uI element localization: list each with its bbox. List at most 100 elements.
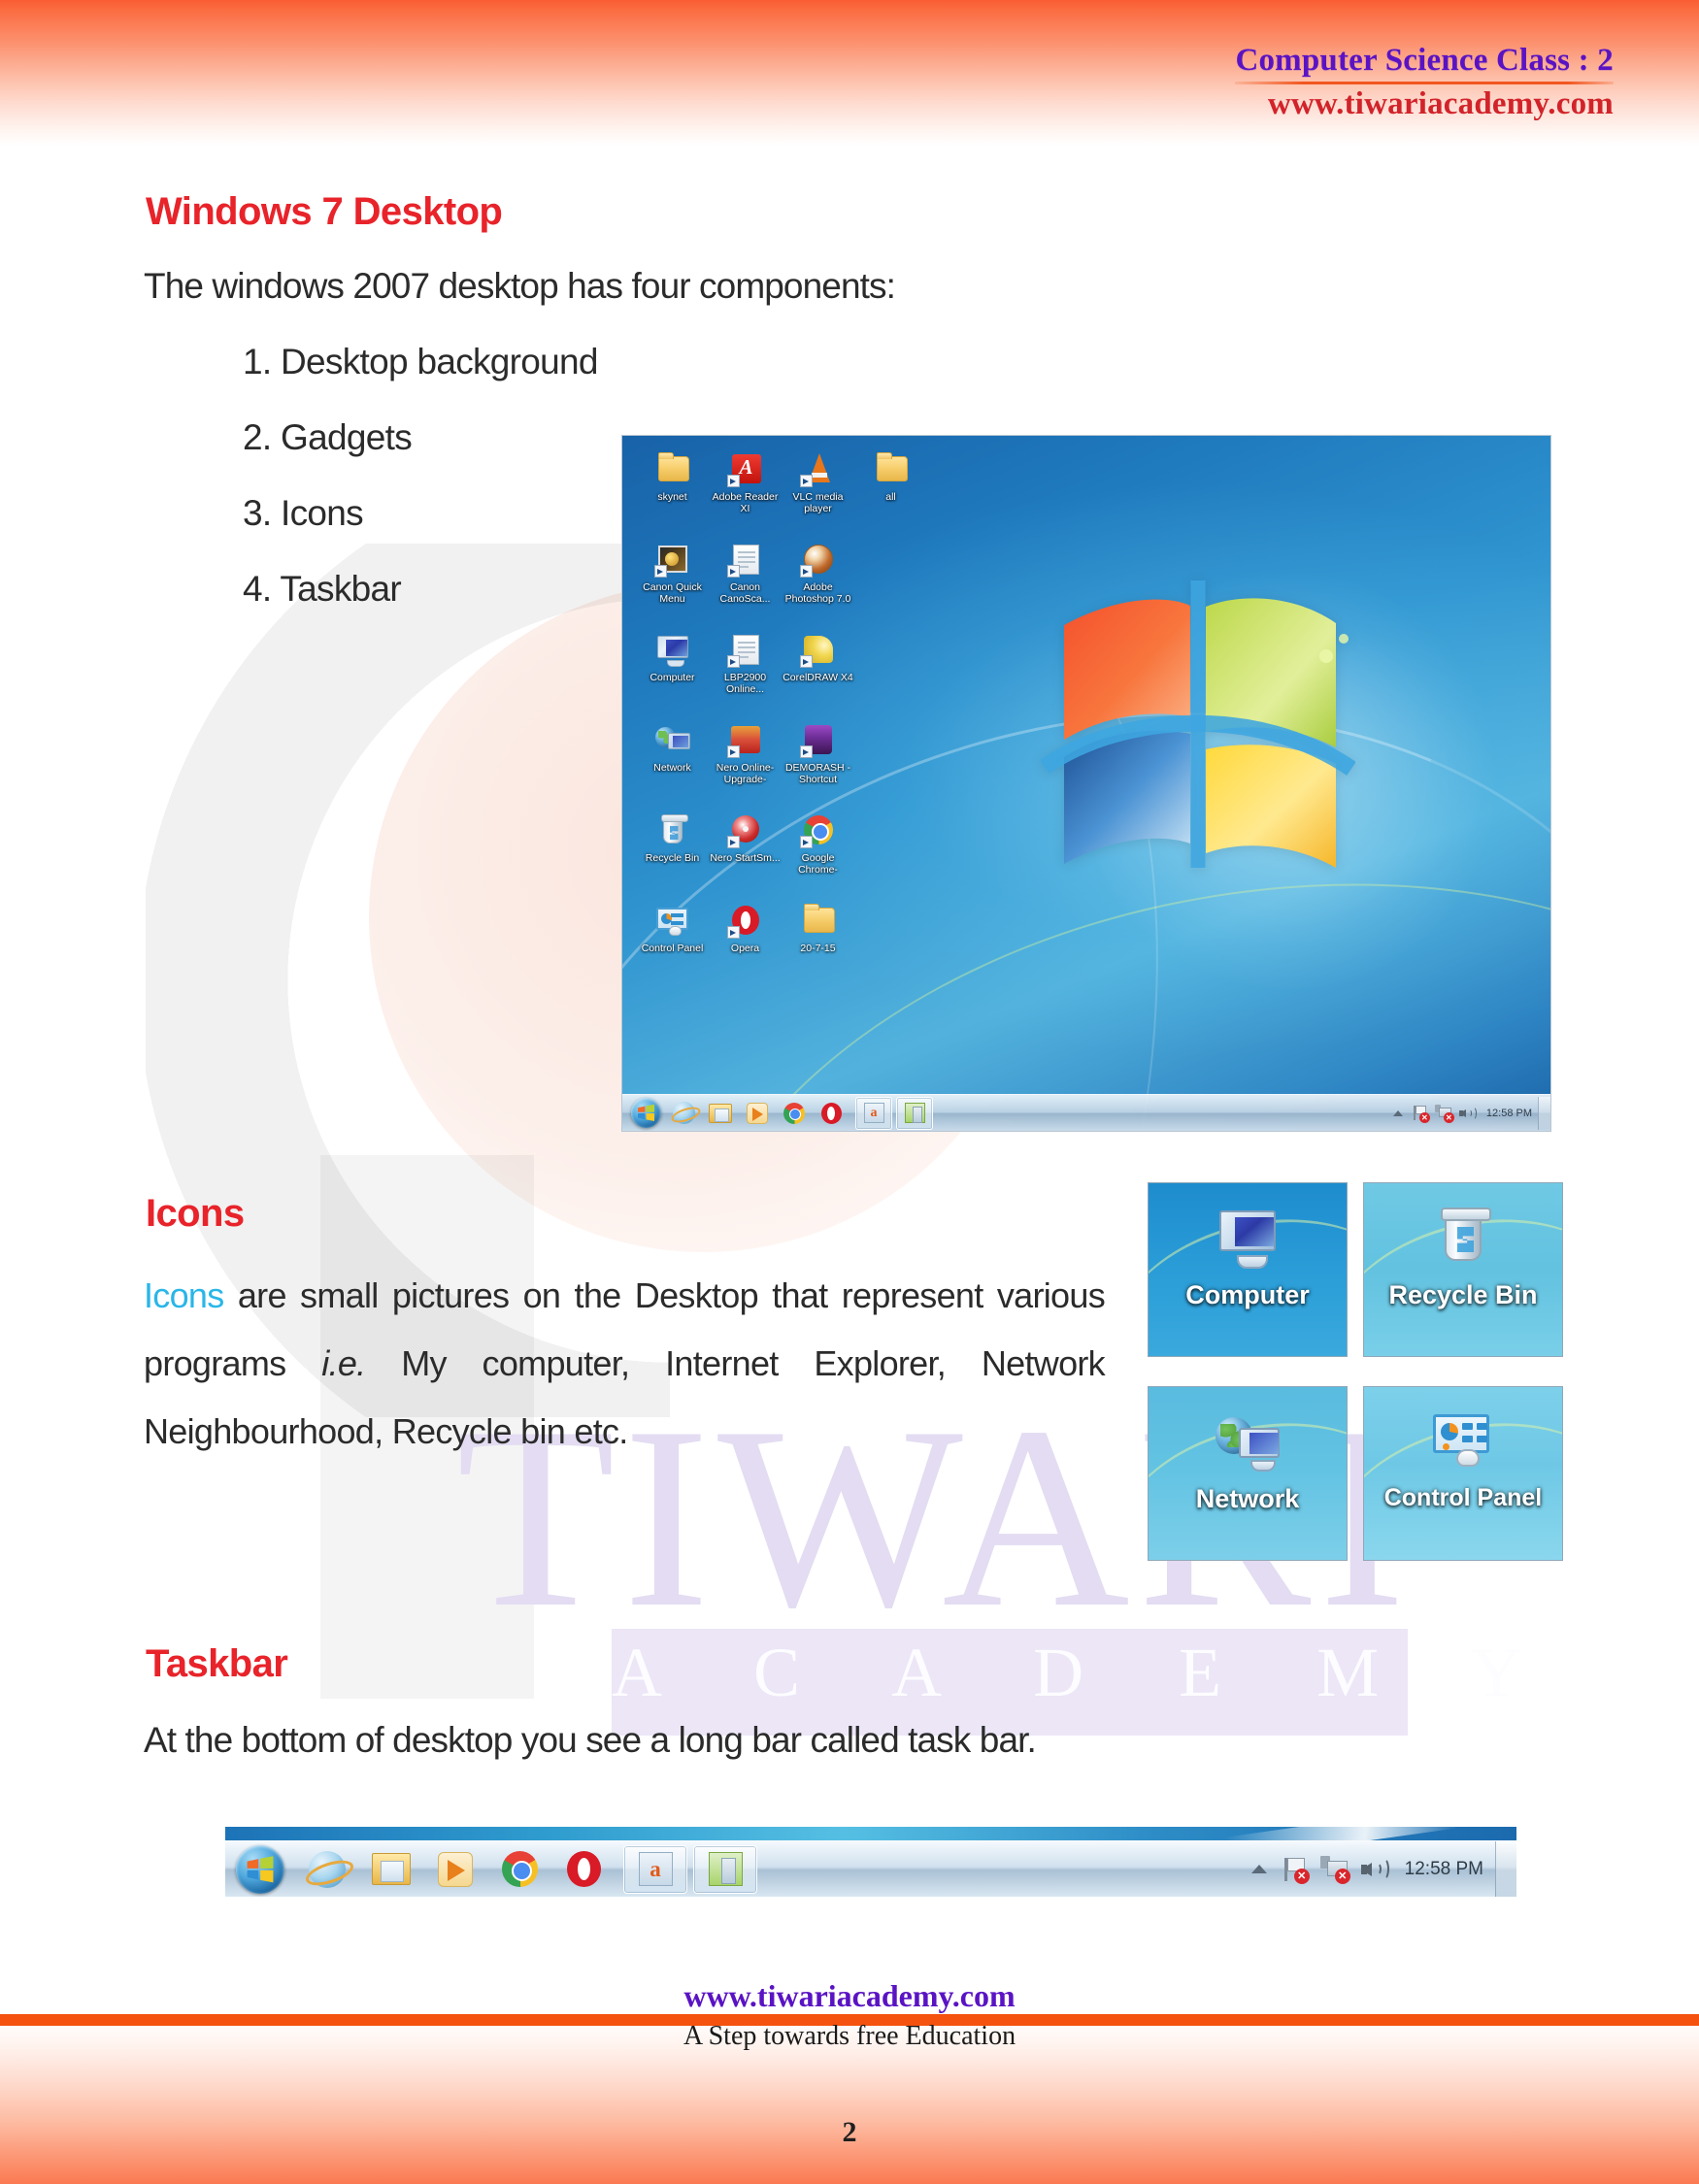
desktop-icon-google-chrome[interactable]: Google Chrome- (782, 807, 854, 876)
control-panel-icon (1427, 1412, 1499, 1474)
taskbar-google-chrome[interactable] (776, 1097, 813, 1130)
desktop-icon-label: 20-7-15 (800, 943, 836, 954)
desktop-icon-photoshop[interactable]: Adobe Photoshop 7.0 (782, 536, 854, 605)
taskbar-opera[interactable] (813, 1097, 850, 1130)
taskbar-open-excel-window[interactable] (896, 1096, 933, 1130)
desktop-icon-adobe-reader[interactable]: Adobe Reader XI (709, 446, 782, 514)
action-center-flag-icon[interactable]: ✕ (1282, 1856, 1310, 1884)
taskbar-internet-explorer[interactable] (665, 1097, 702, 1130)
desktop-icon-canon-canoscan[interactable]: Canon CanoSca... (709, 536, 782, 605)
desktop-icon-label: Adobe Photoshop 7.0 (784, 581, 851, 605)
desktop-icon-demorash[interactable]: DEMORASH -Shortcut (782, 716, 854, 785)
desktop-icon-recycle-bin[interactable]: Recycle Bin (636, 807, 709, 876)
icon-tile-recycle-bin[interactable]: Recycle Bin (1363, 1182, 1563, 1357)
taskbar-open-word-window[interactable] (855, 1096, 892, 1130)
desktop-icon-all[interactable]: all (854, 446, 927, 514)
icon-tile-computer[interactable]: Computer (1148, 1182, 1348, 1357)
icon-tile-network[interactable]: Network (1148, 1386, 1348, 1561)
taskbar-google-chrome[interactable] (487, 1842, 551, 1897)
heading-windows-7-desktop: Windows 7 Desktop (146, 190, 503, 233)
taskbar-opera[interactable] (551, 1842, 616, 1897)
coreldraw-icon (799, 632, 838, 669)
page-header: Computer Science Class : 2 www.tiwariaca… (1235, 43, 1614, 122)
icons-keyword: Icons (144, 1275, 224, 1315)
taskbar-windows-explorer[interactable] (359, 1842, 423, 1897)
desktop-icon-opera[interactable]: Opera (709, 897, 782, 954)
desktop-icon-row: Computer LBP2900 Online... CorelDRAW X4 (636, 626, 927, 695)
taskbar-clock[interactable]: 12:58 PM (1403, 1859, 1483, 1880)
show-desktop-button[interactable] (1538, 1096, 1550, 1130)
desktop-icon-coreldraw[interactable]: CorelDRAW X4 (782, 626, 854, 695)
desktop-icon-label: Computer (650, 672, 695, 683)
desktop-icon-empty (854, 716, 927, 785)
component-item-3: 3. Icons (243, 493, 364, 533)
desktop-icon-label: Adobe Reader XI (712, 491, 779, 514)
icons-paragraph-italic: i.e. (321, 1343, 366, 1383)
folder-icon (799, 903, 838, 940)
network-icon[interactable]: ✕ (1434, 1105, 1454, 1123)
desktop-icon-label: Nero StartSm... (710, 852, 781, 864)
desktop-icon-control-panel[interactable]: Control Panel (636, 897, 709, 954)
control-panel-icon (653, 903, 692, 940)
desktop-icon-lbp2900[interactable]: LBP2900 Online... (709, 626, 782, 695)
desktop-icon-canon-quick-menu[interactable]: Canon Quick Menu (636, 536, 709, 605)
desktop-icon-label: all (885, 491, 896, 503)
volume-icon[interactable] (1360, 1857, 1390, 1882)
icons-paragraph: Icons are small pictures on the Desktop … (144, 1262, 1106, 1466)
document-icon (726, 632, 765, 669)
folder-icon (872, 451, 911, 488)
desktop-icon-computer[interactable]: Computer (636, 626, 709, 695)
show-desktop-button[interactable] (1495, 1840, 1516, 1897)
chrome-icon (799, 812, 838, 849)
taskbar-windows-explorer[interactable] (702, 1097, 739, 1130)
action-center-flag-icon[interactable]: ✕ (1412, 1105, 1430, 1123)
component-item-2: 2. Gadgets (243, 417, 413, 457)
taskbar-clock[interactable]: 12:58 PM (1484, 1108, 1532, 1119)
desktop-icon-nero-online-upgrade[interactable]: Nero Online-Upgrade- (709, 716, 782, 785)
icon-tile-control-panel[interactable]: Control Panel (1363, 1386, 1563, 1561)
header-divider (1235, 82, 1614, 84)
show-hidden-icons-arrow[interactable] (1250, 1865, 1267, 1873)
desktop-icon-network[interactable]: Network (636, 716, 709, 785)
recycle-bin-icon (653, 812, 692, 849)
show-hidden-icons-arrow[interactable] (1392, 1109, 1403, 1116)
component-item-1: 1. Desktop background (243, 342, 599, 381)
recycle-bin-icon (1427, 1208, 1499, 1271)
desktop-icon-vlc[interactable]: VLC media player (782, 446, 854, 514)
desktop-icon-skynet[interactable]: skynet (636, 446, 709, 514)
volume-icon[interactable] (1458, 1106, 1478, 1121)
network-icon[interactable]: ✕ (1319, 1856, 1350, 1884)
taskbar-open-excel-window[interactable] (693, 1844, 757, 1894)
shortcut-arrow-icon (799, 655, 813, 668)
desktop-icon-empty (854, 897, 927, 954)
taskbar-open-word-window[interactable] (623, 1844, 687, 1894)
start-button[interactable] (225, 1842, 295, 1897)
component-item-4: 4. Taskbar (243, 569, 402, 609)
google-chrome-icon (501, 1851, 538, 1887)
desktop-icon-row: skynet Adobe Reader XI VLC media player … (636, 446, 927, 514)
start-orb-icon (236, 1844, 284, 1894)
opera-icon (726, 903, 765, 940)
taskbar-media-player[interactable] (739, 1097, 776, 1130)
header-title: Computer Science Class : 2 (1235, 43, 1614, 78)
shortcut-arrow-icon (726, 836, 740, 848)
desktop-icon-label: CorelDRAW X4 (783, 672, 853, 683)
internet-explorer-icon (672, 1102, 695, 1124)
system-tray: ✕ ✕ 12:58 PM (1250, 1856, 1495, 1884)
shortcut-arrow-icon (726, 655, 740, 668)
shortcut-arrow-icon (726, 565, 740, 578)
desktop-icon-label: Canon Quick Menu (643, 581, 702, 605)
document-help-icon (726, 542, 765, 579)
windows-7-desktop-screenshot: skynet Adobe Reader XI VLC media player … (621, 435, 1551, 1132)
taskbar-media-player[interactable] (423, 1842, 487, 1897)
taskbar-internet-explorer[interactable] (295, 1842, 359, 1897)
shortcut-arrow-icon (726, 745, 740, 758)
photo-frame-icon (653, 542, 692, 579)
desktop-icon-nero-startsmart[interactable]: Nero StartSm... (709, 807, 782, 876)
desktop-icon-folder-20-7-15[interactable]: 20-7-15 (782, 897, 854, 954)
vlc-cone-icon (799, 451, 838, 488)
start-button[interactable] (626, 1097, 665, 1130)
desktop-icon-label: Opera (730, 943, 760, 954)
globe-monitor-icon (653, 722, 692, 759)
shortcut-arrow-icon (799, 836, 813, 848)
